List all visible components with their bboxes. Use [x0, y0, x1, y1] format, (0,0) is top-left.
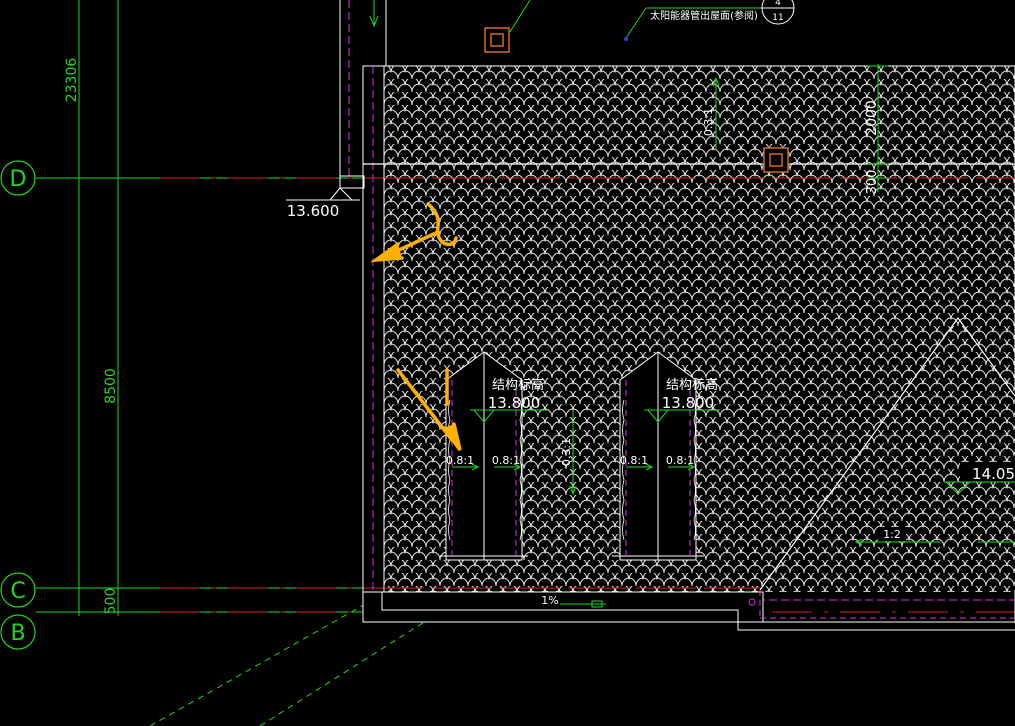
svg-text:4: 4 — [775, 0, 781, 8]
elevation-mark-eave: 13.600 — [286, 175, 365, 220]
axis-bubble-c: C — [0, 572, 36, 608]
svg-text:B: B — [10, 621, 25, 646]
svg-text:13.800: 13.800 — [662, 394, 715, 412]
svg-text:结构标高: 结构标高 — [666, 377, 718, 393]
vent-top — [484, 27, 510, 53]
vent-roof — [763, 147, 789, 173]
svg-text:0.3:1: 0.3:1 — [560, 438, 573, 466]
svg-text:1:2: 1:2 — [883, 528, 901, 541]
dim-overall: 23306 — [64, 58, 80, 103]
svg-text:14.05: 14.05 — [972, 465, 1015, 483]
svg-text:0.8:1: 0.8:1 — [446, 454, 474, 467]
svg-text:0.3:1: 0.3:1 — [702, 108, 715, 136]
svg-text:300: 300 — [865, 170, 880, 195]
svg-text:13.600: 13.600 — [287, 202, 340, 220]
svg-text:1%: 1% — [541, 594, 558, 607]
cad-roof-plan: D C B 23306 8500 500 结构标高 13.800 结构标高 13… — [0, 0, 1015, 726]
svg-text:太阳能器管出屋面(参阅): 太阳能器管出屋面(参阅) — [650, 9, 758, 22]
axis-bubble-d: D — [0, 160, 36, 196]
axis-bubble-b: B — [0, 614, 36, 650]
svg-text:结构标高: 结构标高 — [492, 377, 544, 393]
svg-text:D: D — [10, 167, 27, 192]
callout-solar: 太阳能器管出屋面(参阅) 4 11 — [509, 0, 795, 41]
svg-text:C: C — [10, 579, 25, 604]
dimension-lines-left — [74, 0, 124, 616]
dim-span-dc: 8500 — [103, 368, 119, 404]
svg-text:11: 11 — [772, 13, 783, 23]
dim-span-cb: 500 — [103, 588, 119, 615]
svg-text:13.800: 13.800 — [488, 394, 541, 412]
svg-text:2000: 2000 — [864, 100, 880, 136]
svg-text:0.8:1: 0.8:1 — [620, 454, 648, 467]
